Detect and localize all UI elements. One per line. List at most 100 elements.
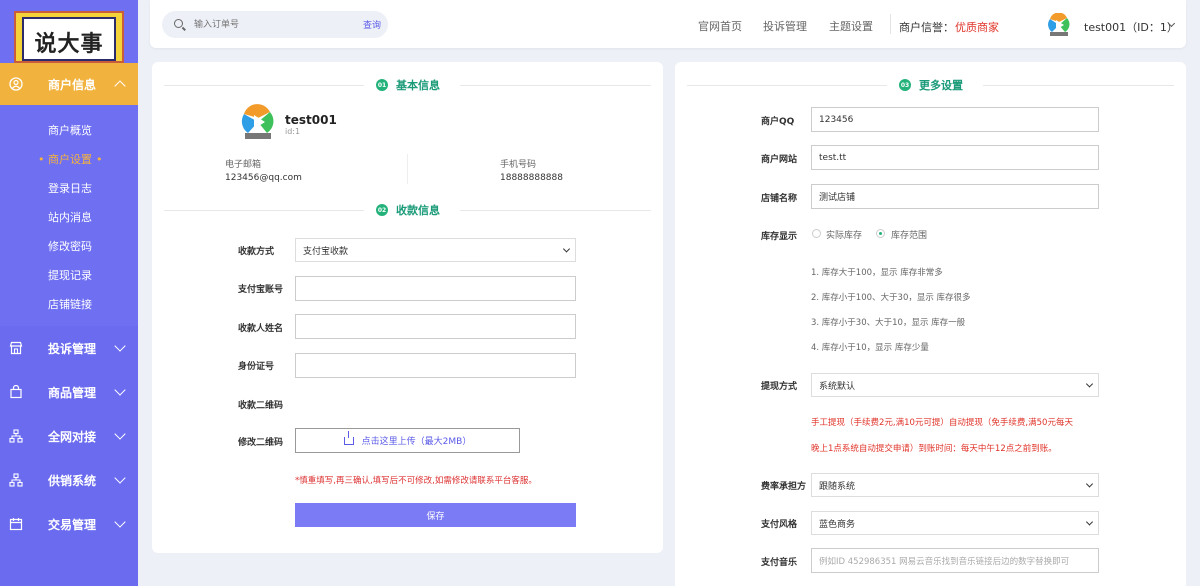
sidebar-subitem-overview[interactable]: 商户概览 bbox=[0, 116, 138, 145]
search-icon bbox=[174, 19, 183, 28]
order-search-input[interactable] bbox=[194, 16, 334, 33]
header-divider bbox=[890, 14, 891, 34]
method-label: 收款方式 bbox=[238, 247, 275, 257]
idcard-label: 身份证号 bbox=[238, 362, 275, 372]
sidebar-item-complaints[interactable]: 投诉管理 bbox=[0, 326, 138, 370]
stock-note: 1. 库存大于100，显示 库存非常多 bbox=[811, 268, 943, 278]
stock-radio-actual[interactable] bbox=[812, 229, 821, 238]
profile-name: test001 bbox=[285, 113, 337, 127]
id-card-input[interactable] bbox=[295, 353, 576, 378]
phone-value: 18888888888 bbox=[500, 173, 563, 183]
top-header: 查询 官网首页 投诉管理 主题设置 商户信誉： 优质商家 test001（ID：… bbox=[150, 0, 1186, 48]
music-label: 支付音乐 bbox=[761, 558, 798, 568]
section-title: 03 更多设置 bbox=[899, 79, 963, 92]
profile-id: id:1 bbox=[285, 127, 301, 136]
section-more-settings: 03 更多设置 bbox=[687, 75, 1174, 95]
chevron-down-icon bbox=[114, 384, 126, 396]
sidebar-subitem-withdraw-log[interactable]: 提现记录 bbox=[0, 261, 138, 290]
bag-icon bbox=[10, 385, 22, 399]
section-title: 02 收款信息 bbox=[376, 204, 440, 217]
sidebar-item-label: 商品管理 bbox=[48, 385, 97, 400]
stock-option-actual[interactable]: 实际库存 bbox=[826, 228, 862, 241]
qr-label: 收款二维码 bbox=[238, 401, 284, 411]
calendar-icon bbox=[9, 518, 23, 531]
sidebar-item-label: 交易管理 bbox=[48, 517, 97, 532]
avatar[interactable] bbox=[1047, 13, 1071, 37]
sidebar-item-network[interactable]: 全网对接 bbox=[0, 414, 138, 458]
sidebar-item-label: 全网对接 bbox=[48, 429, 97, 444]
payee-label: 收款人姓名 bbox=[238, 324, 284, 334]
sidebar-subitem-password[interactable]: 修改密码 bbox=[0, 232, 138, 261]
stock-note: 2. 库存小于100、大于30，显示 库存很多 bbox=[811, 293, 971, 303]
chevron-down-icon bbox=[114, 428, 126, 440]
chevron-down-icon bbox=[114, 472, 126, 484]
sidebar-item-label: 投诉管理 bbox=[48, 341, 97, 356]
sidebar-item-merchant-info[interactable]: 商户信息 bbox=[0, 63, 138, 105]
withdraw-label: 提现方式 bbox=[761, 382, 798, 392]
logo-text: 说大事 bbox=[34, 31, 104, 57]
logo[interactable]: 说大事 bbox=[14, 11, 124, 63]
chevron-down-icon bbox=[562, 245, 571, 253]
upload-icon bbox=[343, 430, 354, 445]
chevron-down-icon bbox=[1085, 380, 1094, 388]
stock-note: 4. 库存小于10，显示 库存少量 bbox=[811, 343, 929, 353]
sidebar-subitem-messages[interactable]: 站内消息 bbox=[0, 203, 138, 232]
section-basic-info: 01 基本信息 bbox=[164, 75, 651, 95]
payment-style-select[interactable]: 蓝色商务 bbox=[811, 511, 1099, 535]
qq-input[interactable]: 123456 bbox=[811, 107, 1099, 132]
settings-panel: 03 更多设置 商户QQ 123456 商户网站 test.tt 店铺名称 测试店… bbox=[675, 62, 1186, 586]
sidebar-item-transactions[interactable]: 交易管理 bbox=[0, 502, 138, 546]
chevron-down-icon bbox=[1085, 518, 1094, 526]
credit-label: 商户信誉： bbox=[899, 21, 954, 34]
alipay-account-input[interactable] bbox=[295, 276, 576, 301]
chevron-up-icon bbox=[114, 80, 126, 92]
stock-radio-range[interactable] bbox=[876, 229, 885, 238]
save-button[interactable]: 保存 bbox=[295, 503, 576, 527]
alipay-label: 支付宝账号 bbox=[238, 285, 284, 295]
payee-name-input[interactable] bbox=[295, 314, 576, 339]
chevron-down-icon bbox=[1085, 480, 1094, 488]
fee-label: 费率承担方 bbox=[761, 482, 807, 492]
site-label: 商户网站 bbox=[761, 155, 798, 165]
network-icon bbox=[9, 473, 23, 487]
phone-label: 手机号码 bbox=[500, 160, 537, 170]
link-theme[interactable]: 主题设置 bbox=[829, 18, 873, 34]
sidebar-item-products[interactable]: 商品管理 bbox=[0, 370, 138, 414]
sidebar-item-label: 供销系统 bbox=[48, 473, 97, 488]
qq-label: 商户QQ bbox=[761, 117, 795, 127]
payment-method-select[interactable]: 支付宝收款 bbox=[295, 238, 576, 262]
sidebar-subitem-shop-link[interactable]: 店铺链接 bbox=[0, 290, 138, 319]
sidebar-subitem-login-log[interactable]: 登录日志 bbox=[0, 174, 138, 203]
fee-payer-select[interactable]: 跟随系统 bbox=[811, 473, 1099, 497]
link-complaints[interactable]: 投诉管理 bbox=[763, 18, 807, 34]
user-circle-icon bbox=[9, 77, 23, 91]
sidebar-item-distribution[interactable]: 供销系统 bbox=[0, 458, 138, 502]
profile-avatar bbox=[240, 104, 276, 140]
section-badge: 02 bbox=[376, 204, 388, 216]
withdraw-method-select[interactable]: 系统默认 bbox=[811, 373, 1099, 397]
sidebar-item-label: 商户信息 bbox=[48, 77, 97, 92]
withdraw-note: 手工提现（手续费2元,满10元可提）自动提现（免手续费,满50元每天 bbox=[811, 418, 1073, 428]
withdraw-note: 晚上1点系统自动提交申请）到账时间：每天中午12点之前到账。 bbox=[811, 444, 1057, 454]
order-search: 查询 bbox=[162, 11, 388, 38]
style-label: 支付风格 bbox=[761, 520, 798, 530]
shop-label: 店铺名称 bbox=[761, 194, 798, 204]
payment-warning: *慎重填写,再三确认,填写后不可修改,如需修改请联系平台客服。 bbox=[295, 476, 537, 486]
edit-qr-label: 修改二维码 bbox=[238, 438, 284, 448]
website-input[interactable]: test.tt bbox=[811, 145, 1099, 170]
upload-qr-button[interactable]: 点击这里上传（最大2MB） bbox=[295, 428, 520, 453]
chevron-down-icon bbox=[114, 340, 126, 352]
email-label: 电子邮箱 bbox=[225, 160, 262, 170]
network-icon bbox=[9, 429, 23, 443]
sidebar-subitem-settings[interactable]: 商户设置 bbox=[0, 145, 138, 174]
section-badge: 01 bbox=[376, 79, 388, 91]
sidebar: 说大事 商户信息 商户概览 商户设置 登录日志 站内消息 修改密码 提现记录 店… bbox=[0, 0, 138, 586]
search-button[interactable]: 查询 bbox=[363, 18, 381, 31]
user-label[interactable]: test001（ID：1） bbox=[1084, 19, 1178, 35]
link-home[interactable]: 官网首页 bbox=[698, 18, 742, 34]
stock-option-range[interactable]: 库存范围 bbox=[891, 228, 927, 241]
payment-music-input[interactable]: 例如ID 452986351 网易云音乐找到音乐链接后边的数字替换即可 bbox=[811, 548, 1099, 573]
account-panel: 01 基本信息 test001 id:1 电子邮箱 123456@qq.com 手… bbox=[152, 62, 663, 553]
info-divider bbox=[407, 154, 408, 184]
shop-name-input[interactable]: 测试店铺 bbox=[811, 184, 1099, 209]
